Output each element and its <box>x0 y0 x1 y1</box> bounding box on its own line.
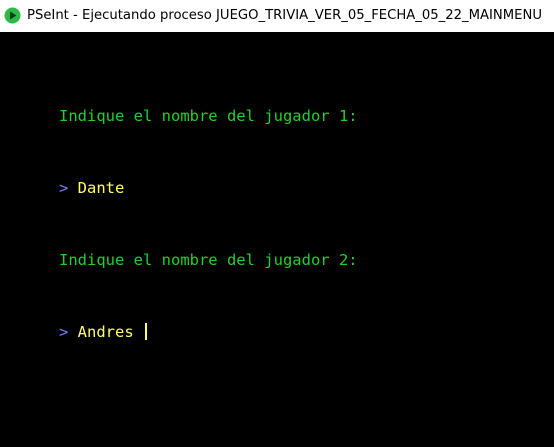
input-prompt-symbol: > <box>59 323 78 341</box>
console-line: > Dante <box>0 152 554 197</box>
pseint-app-icon <box>4 7 21 24</box>
console-line: Indique el nombre del jugador 2: <box>0 224 554 269</box>
window-title: PSeInt - Ejecutando proceso JUEGO_TRIVIA… <box>27 8 542 23</box>
pseint-window: PSeInt - Ejecutando proceso JUEGO_TRIVIA… <box>0 0 554 447</box>
console-output[interactable]: Indique el nombre del jugador 1: > Dante… <box>0 32 554 447</box>
console-line: Indique el nombre del jugador 1: <box>0 80 554 125</box>
user-input-text: Dante <box>77 179 125 197</box>
title-bar[interactable]: PSeInt - Ejecutando proceso JUEGO_TRIVIA… <box>0 0 554 32</box>
output-text: Indique el nombre del jugador 2: <box>59 251 358 269</box>
current-input-text[interactable]: Andres <box>78 323 143 341</box>
output-text: Indique el nombre del jugador 1: <box>59 107 358 125</box>
text-cursor <box>145 323 147 340</box>
console-line[interactable]: > Andres <box>0 296 554 341</box>
input-prompt-symbol: > <box>59 179 78 197</box>
